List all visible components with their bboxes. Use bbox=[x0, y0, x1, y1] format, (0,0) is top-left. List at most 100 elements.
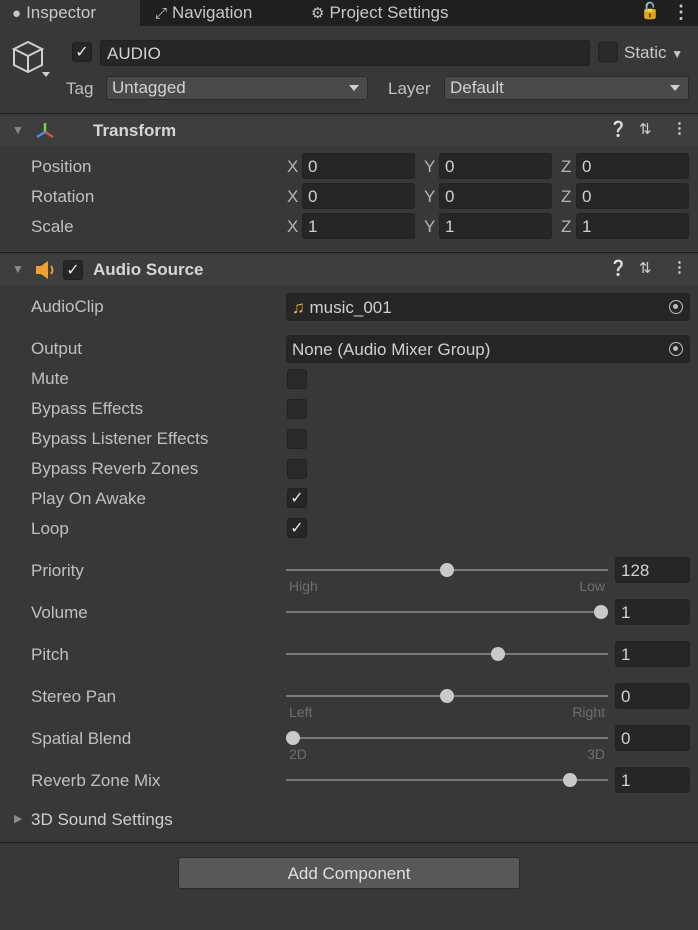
audio-source-enabled-checkbox[interactable]: ✓ bbox=[63, 260, 83, 280]
kebab-menu-icon[interactable]: ⋮ bbox=[672, 0, 690, 26]
music-note-icon: ♫ bbox=[292, 298, 305, 317]
slider-value-field[interactable]: 128 bbox=[615, 557, 690, 583]
bypass-reverb-zones-label: Bypass Reverb Zones bbox=[31, 459, 199, 478]
bypass-effects-checkbox[interactable] bbox=[287, 399, 307, 419]
axis-x-label[interactable]: X bbox=[287, 216, 298, 238]
rotation-x-field[interactable]: 0 bbox=[302, 183, 415, 209]
help-icon[interactable]: ❔ bbox=[609, 259, 628, 277]
axis-z-label[interactable]: Z bbox=[561, 186, 571, 208]
rotation-label: Rotation bbox=[31, 187, 95, 206]
divider bbox=[0, 252, 698, 253]
output-value: None (Audio Mixer Group) bbox=[292, 340, 491, 359]
audioclip-field[interactable]: ♫ music_001 bbox=[286, 293, 690, 321]
slider-thumb[interactable] bbox=[563, 773, 578, 787]
scale-x-field[interactable]: 1 bbox=[302, 213, 415, 239]
tab-label: Inspector bbox=[26, 3, 96, 22]
kebab-menu-icon[interactable]: ⋮ bbox=[672, 119, 687, 137]
gear-icon: ⚙ bbox=[311, 5, 325, 22]
presets-icon[interactable]: ⇅ bbox=[639, 120, 652, 138]
slider-track[interactable] bbox=[286, 653, 608, 655]
layer-label: Layer bbox=[388, 79, 431, 98]
axis-x-label[interactable]: X bbox=[287, 156, 298, 178]
axis-z-label[interactable]: Z bbox=[561, 156, 571, 178]
slider-min-label: 2D bbox=[289, 746, 307, 762]
loop-label: Loop bbox=[31, 519, 69, 538]
foldout-arrow-icon[interactable]: ▼ bbox=[12, 262, 24, 276]
bypass-reverb-zones-checkbox[interactable] bbox=[287, 459, 307, 479]
3d-sound-settings-foldout[interactable]: 3D Sound Settings bbox=[31, 809, 173, 831]
slider-track[interactable] bbox=[286, 737, 608, 739]
add-component-button[interactable]: Add Component bbox=[178, 857, 520, 889]
object-picker-icon[interactable] bbox=[669, 300, 683, 314]
gameobject-icon[interactable] bbox=[10, 38, 50, 78]
tab-label: Project Settings bbox=[329, 3, 449, 22]
loop-checkbox[interactable]: ✓ bbox=[287, 518, 307, 538]
tab-navigation[interactable]: ⤢ Navigation bbox=[155, 0, 295, 26]
rotation-y-field[interactable]: 0 bbox=[439, 183, 552, 209]
object-picker-icon[interactable] bbox=[669, 342, 683, 356]
chevron-down-icon bbox=[670, 85, 680, 91]
kebab-menu-icon[interactable]: ⋮ bbox=[672, 258, 687, 276]
layer-dropdown[interactable]: Default bbox=[444, 76, 689, 100]
divider bbox=[0, 842, 698, 843]
speaker-icon bbox=[34, 259, 56, 281]
slider-thumb[interactable] bbox=[491, 647, 506, 661]
scale-y-field[interactable]: 1 bbox=[439, 213, 552, 239]
lock-icon[interactable]: 🔓 bbox=[640, 0, 660, 26]
object-name-input[interactable]: AUDIO bbox=[100, 40, 590, 66]
axis-z-label[interactable]: Z bbox=[561, 216, 571, 238]
transform-icon bbox=[34, 120, 56, 142]
foldout-arrow-icon[interactable]: ▼ bbox=[12, 123, 24, 137]
slider-value-field[interactable]: 1 bbox=[615, 641, 690, 667]
bypass-listener-effects-checkbox[interactable] bbox=[287, 429, 307, 449]
chevron-down-icon bbox=[349, 85, 359, 91]
slider-label: Priority bbox=[31, 561, 84, 580]
foldout-arrow-icon[interactable]: ▶ bbox=[14, 812, 22, 825]
mute-checkbox[interactable] bbox=[287, 369, 307, 389]
axis-y-label[interactable]: Y bbox=[424, 186, 435, 208]
slider-thumb[interactable] bbox=[594, 605, 608, 619]
position-y-field[interactable]: 0 bbox=[439, 153, 552, 179]
tag-dropdown[interactable]: Untagged bbox=[106, 76, 368, 100]
axis-y-label[interactable]: Y bbox=[424, 216, 435, 238]
audioclip-value: music_001 bbox=[309, 298, 392, 317]
slider-thumb[interactable] bbox=[286, 731, 300, 745]
tab-inspector[interactable]: ● Inspector bbox=[0, 0, 140, 26]
play-on-awake-checkbox[interactable]: ✓ bbox=[287, 488, 307, 508]
static-checkbox[interactable] bbox=[598, 42, 618, 62]
output-field[interactable]: None (Audio Mixer Group) bbox=[286, 335, 690, 363]
active-checkbox[interactable]: ✓ bbox=[72, 42, 92, 62]
tab-label: Navigation bbox=[172, 3, 253, 22]
slider-track[interactable] bbox=[286, 779, 608, 781]
axis-x-label[interactable]: X bbox=[287, 186, 298, 208]
slider-label: Reverb Zone Mix bbox=[31, 771, 161, 790]
slider-label: Pitch bbox=[31, 645, 69, 664]
static-dropdown-arrow-icon[interactable]: ▼ bbox=[671, 47, 683, 61]
navigation-icon: ⤢ bbox=[155, 5, 168, 22]
rotation-z-field[interactable]: 0 bbox=[576, 183, 689, 209]
help-icon[interactable]: ❔ bbox=[609, 120, 628, 138]
tag-value: Untagged bbox=[112, 78, 186, 97]
bypass-listener-effects-label: Bypass Listener Effects bbox=[31, 429, 209, 448]
play-on-awake-label: Play On Awake bbox=[31, 489, 146, 508]
slider-value-field[interactable]: 1 bbox=[615, 599, 690, 625]
slider-label: Spatial Blend bbox=[31, 729, 132, 748]
tab-project-settings[interactable]: ⚙ Project Settings bbox=[311, 0, 501, 26]
position-x-field[interactable]: 0 bbox=[302, 153, 415, 179]
bypass-effects-label: Bypass Effects bbox=[31, 399, 144, 418]
slider-max-label: Low bbox=[579, 578, 605, 594]
slider-min-label: High bbox=[289, 578, 318, 594]
slider-track[interactable] bbox=[286, 611, 608, 613]
output-label: Output bbox=[31, 339, 83, 358]
slider-thumb[interactable] bbox=[440, 689, 454, 703]
axis-y-label[interactable]: Y bbox=[424, 156, 435, 178]
slider-value-field[interactable]: 0 bbox=[615, 683, 690, 709]
slider-value-field[interactable]: 1 bbox=[615, 767, 690, 793]
scale-z-field[interactable]: 1 bbox=[576, 213, 689, 239]
position-z-field[interactable]: 0 bbox=[576, 153, 689, 179]
audioclip-label: AudioClip bbox=[31, 297, 104, 316]
static-label[interactable]: Static ▼ bbox=[624, 41, 683, 66]
presets-icon[interactable]: ⇅ bbox=[639, 259, 652, 277]
slider-thumb[interactable] bbox=[440, 563, 454, 577]
slider-value-field[interactable]: 0 bbox=[615, 725, 690, 751]
